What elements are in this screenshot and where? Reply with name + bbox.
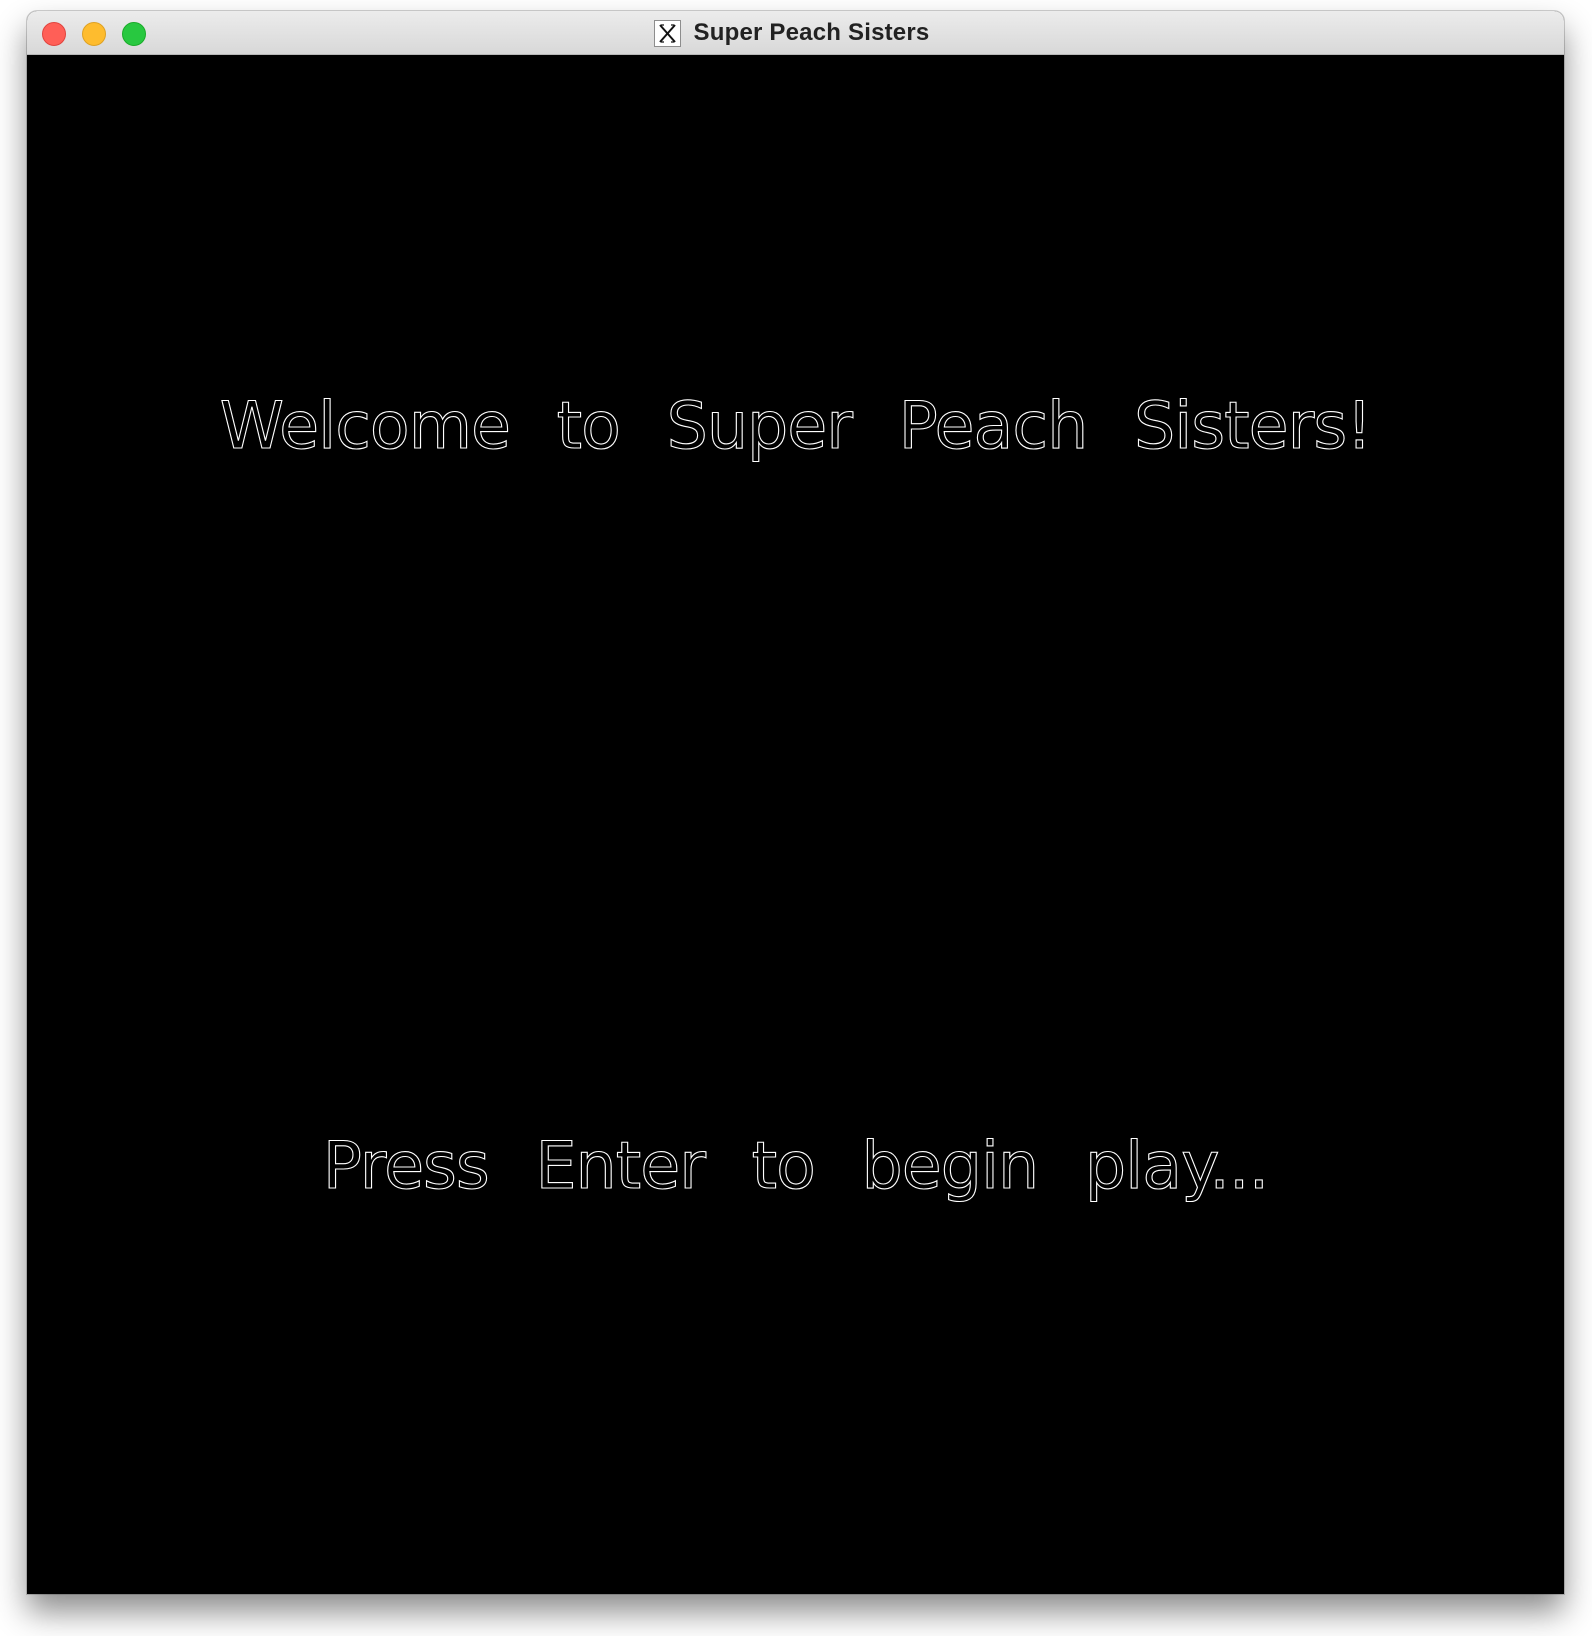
welcome-message: Welcome to Super Peach Sisters! xyxy=(219,389,1373,464)
window-titlebar[interactable]: Super Peach Sisters xyxy=(27,11,1564,55)
game-screen: Welcome to Super Peach Sisters! Press En… xyxy=(27,55,1564,1594)
minimize-window-button[interactable] xyxy=(82,22,106,46)
window-title: Super Peach Sisters xyxy=(693,19,930,46)
game-window: Super Peach Sisters Welcome to Super Pea… xyxy=(27,11,1564,1594)
x11-icon xyxy=(653,19,681,47)
start-prompt: Press Enter to begin play... xyxy=(322,1129,1270,1204)
window-title-group: Super Peach Sisters xyxy=(27,11,1564,55)
close-window-button[interactable] xyxy=(42,22,66,46)
maximize-window-button[interactable] xyxy=(122,22,146,46)
